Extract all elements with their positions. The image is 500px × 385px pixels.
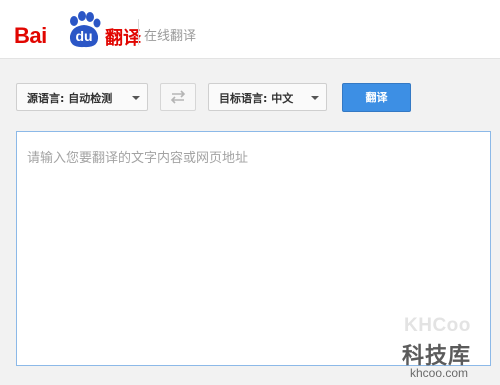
logo-fanyi-text: 翻译 — [105, 28, 141, 49]
header-divider — [138, 19, 139, 45]
watermark-brand: KHCoo — [404, 315, 471, 336]
logo-bai-text: Bai — [14, 23, 47, 48]
swap-arrows-icon — [170, 90, 186, 104]
source-language-dropdown[interactable]: 源语言: 自动检测 — [16, 83, 148, 111]
baidu-fanyi-logo[interactable]: Bai du 翻译 — [14, 10, 144, 50]
source-language-label: 源语言: 自动检测 — [27, 92, 113, 105]
target-language-label: 目标语言: 中文 — [219, 92, 294, 105]
baidu-paw-icon: du — [64, 10, 104, 50]
chevron-down-icon — [311, 96, 319, 100]
chevron-down-icon — [132, 96, 140, 100]
target-language-dropdown[interactable]: 目标语言: 中文 — [208, 83, 327, 111]
header: Bai du 翻译 在线翻译 — [0, 0, 500, 59]
watermark: KHCoo 科技库 khcoo.com — [398, 311, 500, 385]
translate-button[interactable]: 翻译 — [342, 83, 411, 112]
swap-languages-button[interactable] — [160, 83, 196, 111]
page-subtitle: 在线翻译 — [144, 29, 197, 44]
logo-du-text: du — [75, 28, 93, 44]
input-placeholder: 请输入您要翻译的文字内容或网页地址 — [27, 151, 249, 166]
watermark-url: khcoo.com — [410, 366, 469, 380]
